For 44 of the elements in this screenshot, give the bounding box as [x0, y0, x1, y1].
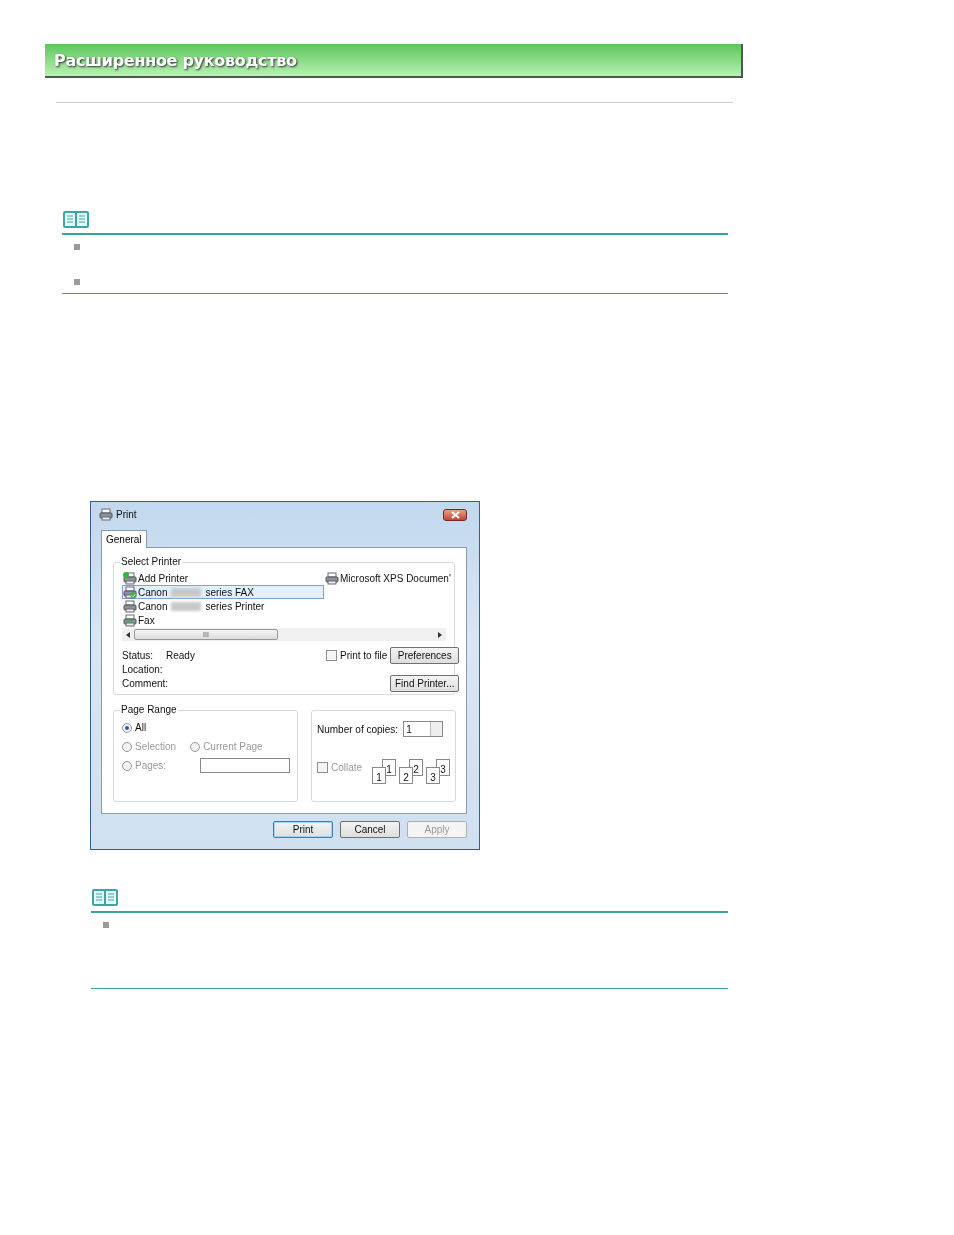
banner-title: Расширенное руководство: [54, 50, 297, 70]
printer-icon: [123, 571, 137, 585]
group-label: Select Printer: [120, 556, 183, 568]
dialog-button[interactable]: Print: [273, 821, 333, 838]
status-value: Ready: [166, 650, 196, 661]
comment-label: Comment:: [122, 678, 170, 689]
window-title: Print: [116, 509, 138, 520]
print-to-file-checkbox[interactable]: Print to file: [326, 650, 390, 661]
close-icon: [450, 510, 460, 519]
copies-label: Number of copies:: [317, 723, 399, 735]
copies-field[interactable]: 1: [403, 721, 444, 737]
collate-pages-drawing: 1 1: [372, 759, 397, 783]
group-label: Page Range: [120, 704, 178, 716]
left-arrow-icon[interactable]: [126, 631, 130, 638]
tab[interactable]: General: [101, 530, 147, 548]
bullet-square: [74, 244, 80, 250]
right-arrow-icon[interactable]: [438, 631, 442, 638]
dialog-button[interactable]: Cancel: [340, 821, 400, 838]
printer-icon: [123, 585, 137, 599]
find-printer-button[interactable]: Find Printer...: [390, 675, 460, 692]
status-label: Status:: [122, 650, 155, 661]
pages-field[interactable]: [200, 758, 290, 773]
collate-pages-drawing: 3 3: [426, 759, 451, 783]
printer-item[interactable]: Microsoft XPS Documen': [324, 571, 456, 585]
location-label: Location:: [122, 664, 164, 675]
printer-icon: [99, 508, 113, 521]
book-icon: [91, 888, 119, 908]
printer-icon: [123, 613, 137, 627]
bullet-square: [103, 922, 109, 928]
printer-item[interactable]: Canon series FAX: [122, 585, 324, 599]
spin-arrows-icon[interactable]: [430, 722, 443, 736]
printer-item[interactable]: Canon series Printer: [122, 599, 324, 613]
book-icon: [62, 210, 90, 230]
blurred-patch: [171, 601, 202, 611]
blurred-patch: [171, 587, 202, 597]
printer-icon: [123, 599, 137, 613]
collate-pages-drawing: 2 2: [399, 759, 424, 783]
close-button[interactable]: [443, 508, 467, 521]
printer-item[interactable]: Add Printer: [122, 571, 324, 585]
bullet-square: [74, 279, 80, 285]
printer-icon: [325, 571, 339, 585]
preferences-button[interactable]: Preferences: [390, 647, 460, 664]
radio-option[interactable]: All: [122, 720, 290, 735]
printer-item[interactable]: Fax: [122, 613, 324, 627]
